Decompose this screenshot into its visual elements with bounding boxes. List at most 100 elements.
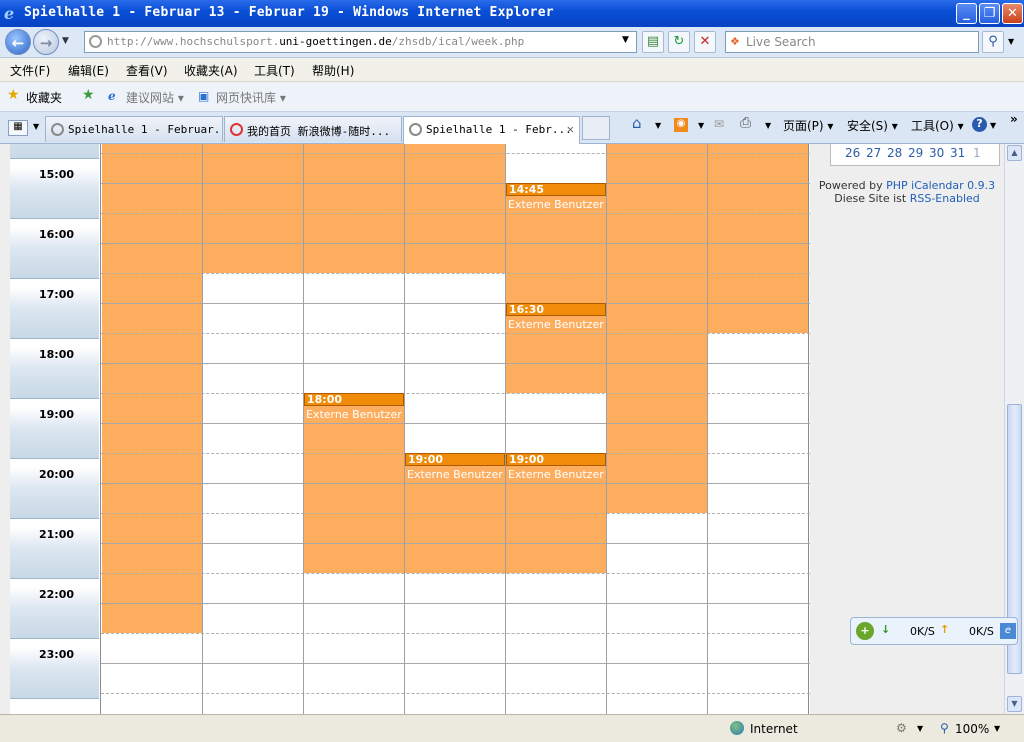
network-speed-widget: + ↓ 0K/S ↑ 0K/S e: [850, 617, 1018, 645]
read-mail-icon[interactable]: ✉: [714, 117, 724, 131]
event-time[interactable]: 19:00: [405, 453, 505, 466]
booked-slot[interactable]: [102, 144, 202, 633]
event-time[interactable]: 14:45: [506, 183, 606, 196]
hour-row: 17:00: [10, 279, 99, 339]
accelerator-icon[interactable]: +: [856, 622, 874, 640]
search-input[interactable]: ❖ Live Search: [725, 31, 979, 53]
mini-day[interactable]: 26: [845, 146, 860, 160]
ie-widget-icon[interactable]: e: [1000, 623, 1016, 639]
tab-spielhalle-1[interactable]: Spielhalle 1 - Februar...: [45, 116, 223, 142]
stop-icon[interactable]: ✕: [694, 31, 716, 53]
grid-line: [101, 213, 810, 214]
menu-file[interactable]: 文件(F): [10, 62, 50, 79]
add-favorite-icon[interactable]: ★: [82, 87, 95, 103]
phpicalendar-link[interactable]: PHP iCalendar 0.9.3: [886, 179, 995, 192]
mini-day[interactable]: 31: [950, 146, 965, 160]
event-time[interactable]: 19:00: [506, 453, 606, 466]
home-dropdown-icon[interactable]: ▼: [655, 121, 661, 130]
feeds-dropdown-icon[interactable]: ▼: [698, 121, 704, 130]
rss-link[interactable]: RSS-Enabled: [910, 192, 980, 205]
event-label[interactable]: Externe Benutzer: [506, 468, 604, 481]
help-icon[interactable]: ?: [972, 117, 987, 132]
more-commands-icon[interactable]: »: [1010, 112, 1018, 126]
forward-button[interactable]: →: [33, 29, 59, 55]
event-time[interactable]: 16:30: [506, 303, 606, 316]
zoom-level[interactable]: 100%: [955, 722, 989, 736]
suggested-sites-link[interactable]: 建议网站 ▾: [126, 89, 184, 106]
new-tab-button[interactable]: [582, 116, 610, 140]
web-slice-gallery-link[interactable]: 网页快讯库 ▾: [216, 89, 286, 106]
hour-row: 19:00: [10, 399, 99, 459]
event-label[interactable]: Externe Benutzer: [304, 408, 402, 421]
print-icon[interactable]: ⎙: [740, 115, 751, 131]
booked-slot[interactable]: [405, 144, 505, 273]
menu-help[interactable]: 帮助(H): [312, 62, 354, 79]
close-button[interactable]: ✕: [1002, 3, 1023, 24]
recent-pages-dropdown[interactable]: ▼: [62, 36, 69, 46]
zoom-icon: ⚲: [940, 721, 949, 735]
close-tab-icon[interactable]: ✕: [567, 122, 574, 136]
tab-label: Spielhalle 1 - Februar...: [68, 123, 223, 136]
mini-day[interactable]: 30: [929, 146, 944, 160]
booked-slot[interactable]: [203, 144, 303, 273]
booked-slot[interactable]: [607, 144, 707, 513]
print-dropdown-icon[interactable]: ▼: [765, 121, 771, 130]
url-path: /zhsdb/ical/week.php: [391, 35, 525, 48]
minimize-button[interactable]: _: [956, 3, 977, 24]
safety-menu[interactable]: 安全(S) ▾: [847, 117, 898, 134]
favorites-bar: ★ 收藏夹 ★ e 建议网站 ▾ ▣ 网页快讯库 ▾: [0, 82, 1024, 112]
tab-list-icon[interactable]: ▼: [33, 122, 39, 131]
event-label[interactable]: Externe Benutzer: [405, 468, 503, 481]
hour-label: 20:00: [39, 468, 75, 481]
event-time[interactable]: 18:00: [304, 393, 404, 406]
menu-favorites[interactable]: 收藏夹(A): [184, 62, 238, 79]
grid-line: [101, 633, 810, 634]
scroll-up-icon[interactable]: ▲: [1007, 145, 1022, 161]
mini-day[interactable]: 28: [887, 146, 902, 160]
search-icon[interactable]: ⚲: [982, 31, 1004, 53]
tab-weibo[interactable]: 我的首页 新浪微博-随时...: [224, 116, 402, 142]
mini-day[interactable]: 1: [973, 146, 981, 160]
help-dropdown-icon[interactable]: ▼: [990, 121, 996, 130]
tools-menu[interactable]: 工具(O) ▾: [911, 117, 964, 134]
home-icon[interactable]: ⌂: [632, 114, 642, 132]
back-button[interactable]: ←: [5, 29, 31, 55]
address-input[interactable]: http://www.hochschulsport.uni-goettingen…: [84, 31, 637, 53]
protected-dropdown-icon[interactable]: ▼: [917, 724, 923, 733]
mini-day[interactable]: 27: [866, 146, 881, 160]
grid-line: [101, 243, 810, 244]
zoom-dropdown-icon[interactable]: ▼: [994, 724, 1000, 733]
tab-spielhalle-active[interactable]: Spielhalle 1 - Febr... ✕: [403, 116, 580, 144]
refresh-icon[interactable]: ↻: [668, 31, 690, 53]
feeds-icon[interactable]: ◉: [674, 118, 688, 132]
page-icon: [89, 35, 102, 48]
event-label[interactable]: Externe Benutzer: [506, 198, 604, 211]
scroll-down-icon[interactable]: ▼: [1007, 696, 1022, 712]
day-divider: [505, 144, 506, 714]
booked-slot[interactable]: [708, 144, 808, 333]
search-options-icon[interactable]: ▼: [1008, 37, 1014, 46]
menu-view[interactable]: 查看(V): [126, 62, 168, 79]
booked-slot[interactable]: [304, 144, 404, 273]
ie-icon: e: [108, 89, 116, 103]
page-menu[interactable]: 页面(P) ▾: [783, 117, 833, 134]
menu-edit[interactable]: 编辑(E): [68, 62, 109, 79]
download-arrow-icon: ↓: [881, 623, 891, 636]
hour-row: 15:00: [10, 159, 99, 219]
favorites-button[interactable]: 收藏夹: [26, 89, 62, 106]
event-label[interactable]: Externe Benutzer: [506, 318, 604, 331]
compatibility-view-icon[interactable]: ▤: [642, 31, 664, 53]
menu-tools[interactable]: 工具(T): [254, 62, 295, 79]
hour-row: 21:00: [10, 519, 99, 579]
maximize-button[interactable]: ❐: [979, 3, 1000, 24]
hour-row: 22:00: [10, 579, 99, 639]
hour-row: 20:00: [10, 459, 99, 519]
hour-row: 14:00: [10, 144, 99, 159]
address-dropdown-icon[interactable]: ▼: [622, 35, 629, 45]
quick-tabs-icon[interactable]: ▦: [8, 120, 28, 136]
protected-mode-icon[interactable]: ⚙: [896, 721, 907, 735]
hour-label: 19:00: [39, 408, 75, 421]
ie-logo-icon: e: [4, 4, 15, 23]
mini-day[interactable]: 29: [908, 146, 923, 160]
booked-slot[interactable]: [506, 184, 606, 393]
